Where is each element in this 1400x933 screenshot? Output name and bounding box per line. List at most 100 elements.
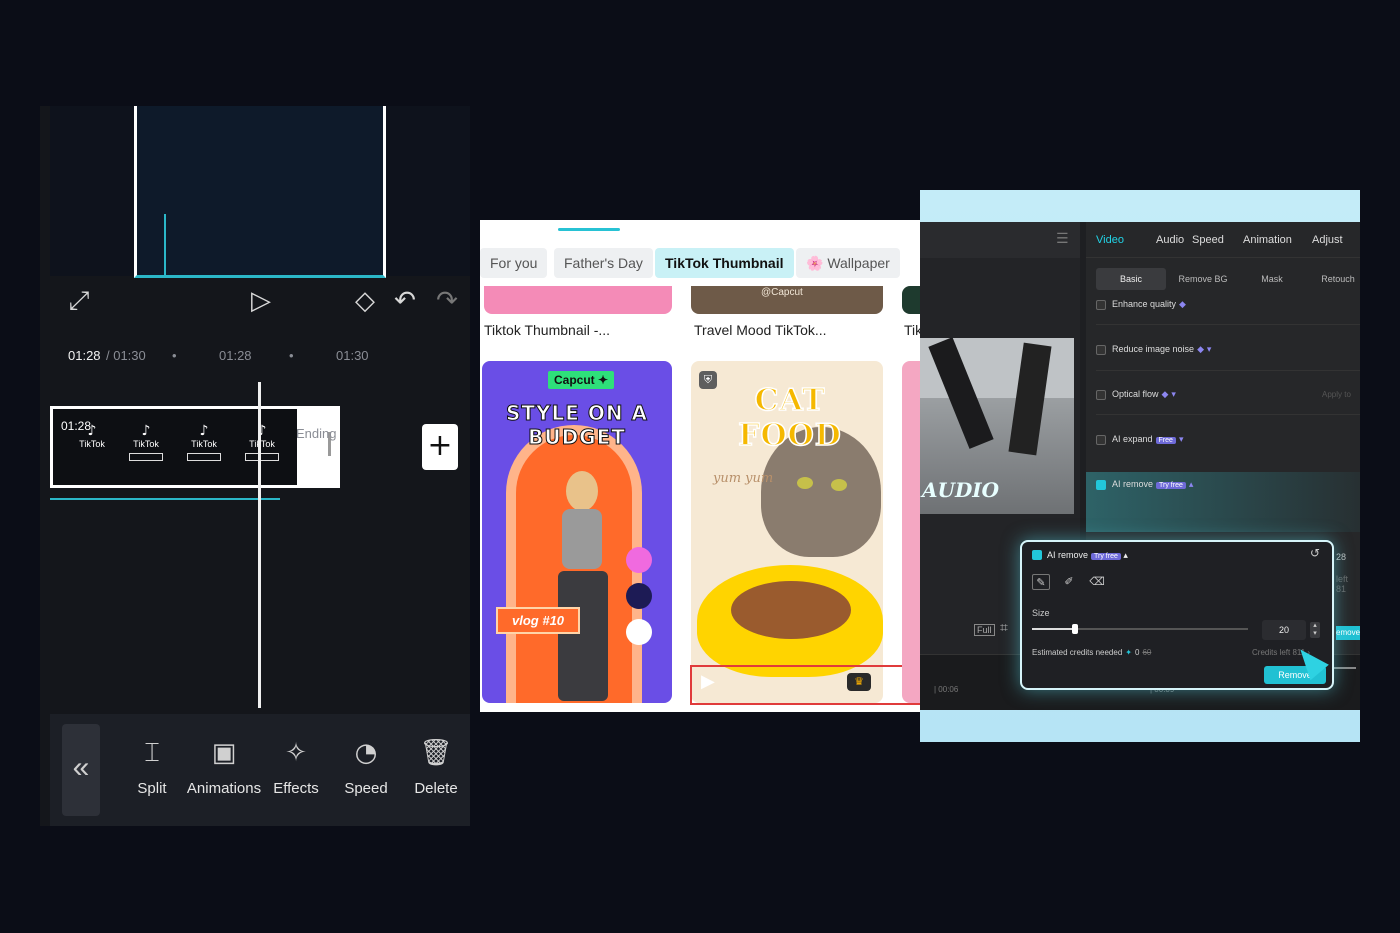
apply-to-button[interactable]: Apply to (1322, 390, 1351, 399)
audio-track-line (50, 498, 280, 500)
template-card-style-on-a-budget[interactable]: Capcut ✦ STYLE ON A BUDGET vlog #10 (482, 361, 672, 703)
preview-guide-line (164, 214, 166, 276)
subtab-mask[interactable]: Mask (1244, 268, 1300, 290)
collapse-icon[interactable]: « (62, 724, 100, 816)
reset-icon[interactable]: ↺ (1310, 546, 1320, 560)
tab-wallpaper[interactable]: 🌸 Wallpaper (796, 248, 900, 278)
tab-for-you[interactable]: For you (480, 248, 548, 278)
chevron-up-icon[interactable]: ▴ (1123, 550, 1128, 560)
popup-header: AI remove Try free ▴ (1032, 550, 1128, 561)
video-sub-tabs: Basic Remove BG Mask Retouch (1096, 268, 1360, 290)
add-clip-button[interactable]: + (422, 424, 458, 470)
timeline-mark: | 00:06 (934, 685, 959, 694)
color-dot (626, 583, 652, 609)
video-preview[interactable] (134, 106, 386, 278)
estimated-credits: Estimated credits needed ✦ 0 60 (1032, 648, 1152, 657)
redo-icon[interactable]: ↷ (430, 284, 464, 318)
checkbox[interactable] (1096, 390, 1106, 400)
eraser-icon[interactable]: ⌫ (1088, 574, 1106, 590)
editor-window: ☰ AUDIO Full ⌗ Video Audio Speed Animati… (920, 222, 1360, 710)
animations-icon: ▣ (211, 738, 237, 768)
tab-video[interactable]: Video (1096, 234, 1124, 246)
premium-gem-icon: ◆ ▾ (1197, 345, 1212, 355)
tab-audio[interactable]: Audio (1156, 234, 1184, 246)
template-card-cat-food[interactable]: ⛨ CAT FOOD yum yum ▶ ♛ (691, 361, 883, 703)
capcut-badge: Capcut ✦ (548, 371, 615, 389)
property-tabs: Video Audio Speed Animation Adjust (1086, 222, 1360, 258)
subtab-retouch[interactable]: Retouch (1310, 268, 1360, 290)
template-caption[interactable]: Tik (904, 322, 920, 338)
brush-icon[interactable]: ✎ (1032, 574, 1050, 590)
option-reduce-image-noise[interactable]: Reduce image noise ◆ ▾ (1096, 339, 1360, 361)
option-enhance-quality[interactable]: Enhance quality ◆ (1096, 294, 1360, 316)
keyframe-icon[interactable]: ◇ (348, 284, 382, 318)
try-free-badge: Try free (1091, 553, 1121, 560)
template-card[interactable] (902, 361, 920, 703)
card-subtitle: yum yum (713, 471, 774, 486)
video-overlay-text: AUDIO (922, 478, 1000, 502)
size-input[interactable]: 20 (1262, 620, 1306, 640)
credit-icon: ✦ (1125, 648, 1132, 657)
effects-button[interactable]: ✧ Effects (258, 736, 334, 797)
checkbox[interactable] (1096, 345, 1106, 355)
highlight-box (690, 665, 920, 705)
color-dot (626, 547, 652, 573)
food-bowl (697, 565, 883, 677)
play-icon[interactable]: ▷ (244, 284, 278, 318)
fullscreen-icon[interactable]: ⤢ (62, 284, 96, 318)
ruler-mark: 01:28 (219, 348, 252, 363)
template-card[interactable]: @Capcut (691, 286, 883, 314)
delete-button[interactable]: 🗑 Delete (398, 736, 470, 797)
tiktok-icon: ♪ (199, 423, 209, 439)
playhead[interactable] (258, 382, 261, 708)
template-card[interactable] (484, 286, 672, 314)
speed-button[interactable]: ◔ Speed (328, 736, 404, 797)
template-card[interactable] (902, 286, 920, 314)
video-clip-track[interactable]: 01:28 ♪ TikTok ♪ TikTok ♪ TikTok ♪ TikTok (50, 406, 300, 488)
trash-icon: 🗑 (419, 738, 453, 768)
card-title: STYLE ON A BUDGET (505, 401, 649, 450)
vlog-tag: vlog #10 (496, 607, 581, 634)
ruler-mark: 01:30 (336, 348, 369, 363)
total-time: / 01:30 (106, 348, 146, 363)
undo-icon[interactable]: ↶ (388, 284, 422, 318)
template-caption[interactable]: Travel Mood TikTok... (694, 322, 827, 338)
checkbox[interactable] (1096, 435, 1106, 445)
size-stepper[interactable]: ▴ ▾ (1310, 622, 1320, 638)
split-icon: ⌶ (144, 738, 160, 768)
size-slider-knob[interactable] (1072, 624, 1079, 634)
mobile-editor: ⤢ ▷ ◇ ↶ ↷ 01:28 / 01:30 • 01:28 • 01:30 … (40, 106, 470, 826)
card-title: CAT FOOD (737, 382, 842, 454)
clip-thumbnail: ♪ TikTok (187, 423, 221, 461)
tab-adjust[interactable]: Adjust (1312, 234, 1343, 246)
split-button[interactable]: ⌶ Split (114, 736, 190, 797)
tab-animation[interactable]: Animation (1243, 234, 1292, 246)
size-slider[interactable] (1032, 624, 1248, 634)
side-remove-button[interactable]: emove (1336, 626, 1360, 640)
screenshot-icon[interactable]: ⌗ (1000, 620, 1008, 636)
checkbox-checked[interactable] (1096, 480, 1106, 490)
tab-tiktok-thumbnail[interactable]: TikTok Thumbnail (655, 248, 794, 278)
subtab-remove-bg[interactable]: Remove BG (1170, 268, 1236, 290)
free-badge: Free (1155, 437, 1176, 444)
option-ai-remove[interactable]: AI remove Try free ▴ (1096, 474, 1360, 496)
menu-icon[interactable]: ☰ (1056, 231, 1069, 247)
tab-fathers-day[interactable]: Father's Day (554, 248, 653, 278)
option-ai-expand[interactable]: AI expand Free ▾ (1096, 429, 1360, 451)
size-slider-fill (1032, 628, 1076, 630)
checkbox[interactable] (1096, 300, 1106, 310)
animations-button[interactable]: ▣ Animations (186, 736, 262, 797)
checkbox-checked[interactable] (1032, 550, 1042, 560)
effects-icon: ✧ (285, 738, 307, 768)
full-ratio-button[interactable]: Full (974, 624, 995, 636)
tab-speed[interactable]: Speed (1192, 234, 1224, 246)
template-gallery: For you Father's Day TikTok Thumbnail 🌸 … (480, 220, 920, 712)
premium-gem-icon: ◆ ▾ (1161, 390, 1176, 400)
ruler-dot: • (172, 348, 177, 363)
premium-gem-icon: ◆ (1179, 300, 1186, 310)
template-caption[interactable]: Tiktok Thumbnail -... (484, 322, 610, 338)
option-optical-flow[interactable]: Optical flow ◆ ▾ (1096, 384, 1360, 406)
subtab-basic[interactable]: Basic (1096, 268, 1166, 290)
pen-icon[interactable]: ✐ (1060, 574, 1078, 590)
clip-trim-handle[interactable] (300, 406, 340, 488)
